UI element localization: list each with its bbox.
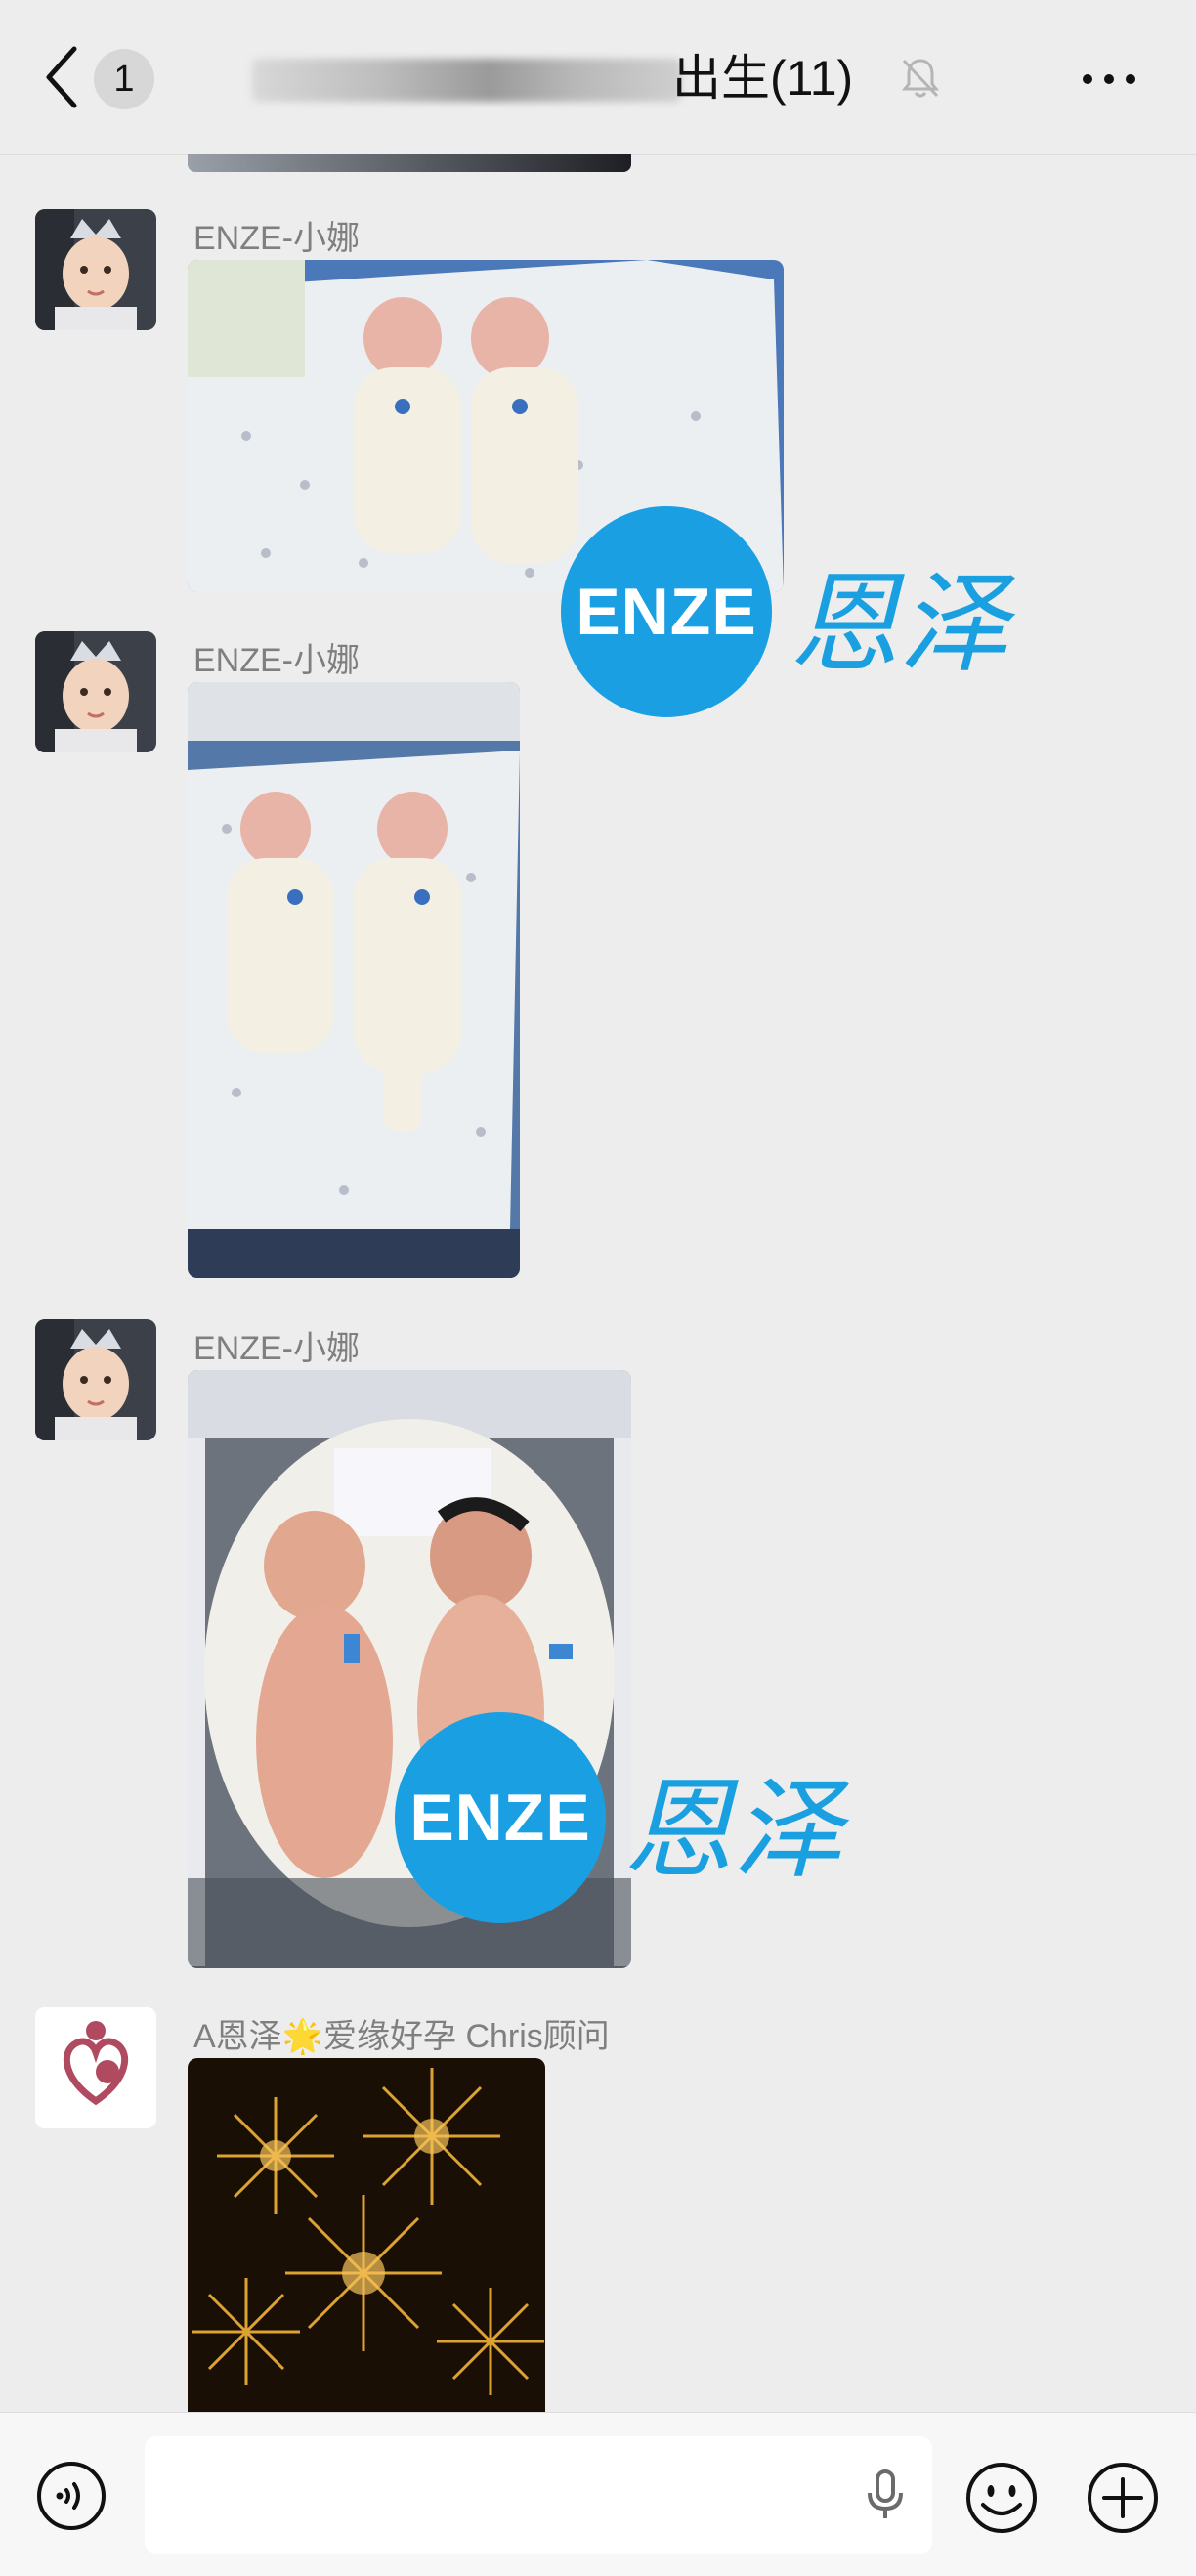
back-arrow-icon[interactable] [43,43,82,111]
message-list[interactable]: ENZE-小娜 ENZE 恩泽 ENZE-小娜 ENZE-小娜 ENZE 恩泽 … [0,154,1196,2412]
chat-header: 1 出生(11) [0,0,1196,155]
watermark-brand: 恩泽 [790,561,1008,688]
sender-name: ENZE-小娜 [193,642,360,679]
emoji-icon[interactable] [963,2460,1040,2536]
sender-name: A恩泽🌟爱缘好孕 Chris顾问 [193,2018,610,2055]
avatar[interactable] [35,2007,156,2128]
unread-count-badge[interactable]: 1 [94,49,154,109]
muted-bell-icon [901,59,940,98]
image-message[interactable] [188,682,520,1278]
voice-input-icon[interactable] [35,2460,107,2532]
image-message[interactable] [188,2058,545,2412]
more-dots-icon[interactable] [1081,64,1137,94]
input-bar [0,2412,1196,2576]
watermark-brand: 恩泽 [623,1767,842,1894]
watermark-logo: ENZE [561,506,772,717]
avatar[interactable] [35,209,156,330]
microphone-icon[interactable] [856,2466,915,2524]
watermark: ENZE 恩泽 [395,1712,883,1927]
previous-image-partial[interactable] [188,154,631,172]
message-input[interactable] [145,2436,932,2554]
chat-title: 出生(11) [672,51,854,106]
sender-name: ENZE-小娜 [193,220,360,257]
watermark-logo: ENZE [395,1712,606,1923]
avatar[interactable] [35,1319,156,1440]
avatar[interactable] [35,631,156,752]
watermark: ENZE 恩泽 [561,506,1049,721]
plus-icon[interactable] [1085,2460,1161,2536]
blurred-title-prefix [252,59,682,102]
sender-name: ENZE-小娜 [193,1330,360,1367]
